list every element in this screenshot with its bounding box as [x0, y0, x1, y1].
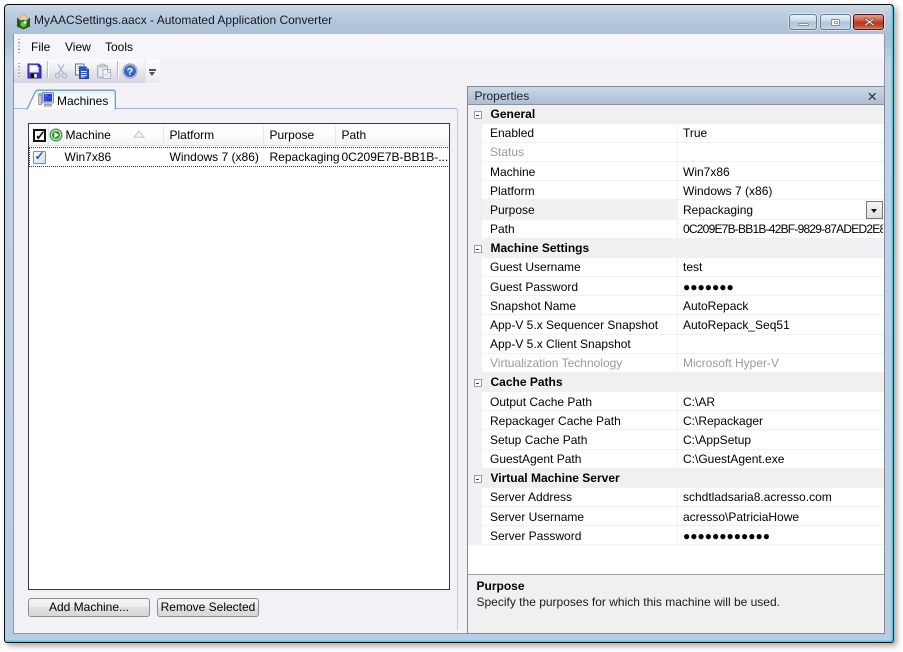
svg-text:?: ? — [127, 66, 133, 78]
